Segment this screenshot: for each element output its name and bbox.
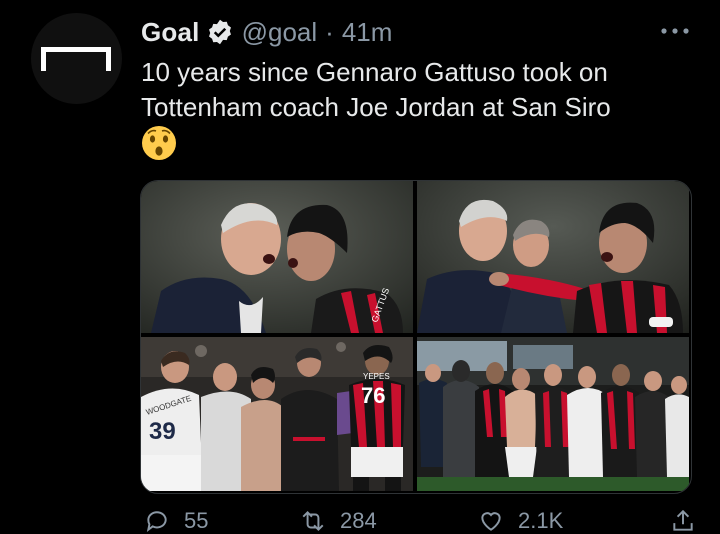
more-options-icon[interactable] <box>660 16 690 46</box>
share-icon <box>673 509 693 531</box>
retweet-count: 284 <box>340 508 377 533</box>
separator-dot: · <box>325 16 334 47</box>
avatar[interactable] <box>31 13 122 104</box>
goal-logo-icon <box>41 47 111 71</box>
photo-3-jersey-number-2: 76 <box>361 383 385 408</box>
photo-4[interactable] <box>417 337 689 491</box>
heart-icon <box>481 512 501 531</box>
like-action[interactable]: 2.1K <box>478 508 563 534</box>
author-name[interactable]: Goal <box>141 17 200 48</box>
reply-action[interactable]: 55 <box>144 508 208 534</box>
reply-count: 55 <box>184 508 209 533</box>
reply-icon <box>146 511 167 532</box>
tweet-header: Goal @goal · 41m <box>141 14 392 50</box>
author-handle[interactable]: @goal <box>242 17 318 48</box>
retweet-action[interactable]: 284 <box>300 508 377 534</box>
photo-1[interactable]: GATTUS <box>141 181 413 333</box>
media-grid[interactable]: GATTUS WOODGATE 39 YEPES 76 <box>140 180 692 494</box>
photo-3-jersey-name-2: YEPES <box>363 372 390 381</box>
timestamp[interactable]: 41m <box>342 17 393 48</box>
photo-2[interactable] <box>417 181 689 333</box>
hushed-face-emoji-icon <box>141 125 177 161</box>
share-action[interactable] <box>670 508 696 534</box>
photo-3-jersey-number-1: 39 <box>149 418 176 445</box>
tweet-text: 10 years since Gennaro Gattuso took on T… <box>141 57 611 122</box>
retweet-icon <box>302 510 324 532</box>
verified-badge-icon <box>206 18 234 46</box>
tweet-actions: 55 284 2.1K <box>140 508 700 533</box>
photo-3[interactable]: WOODGATE 39 YEPES 76 <box>141 337 413 491</box>
like-count: 2.1K <box>518 508 564 533</box>
